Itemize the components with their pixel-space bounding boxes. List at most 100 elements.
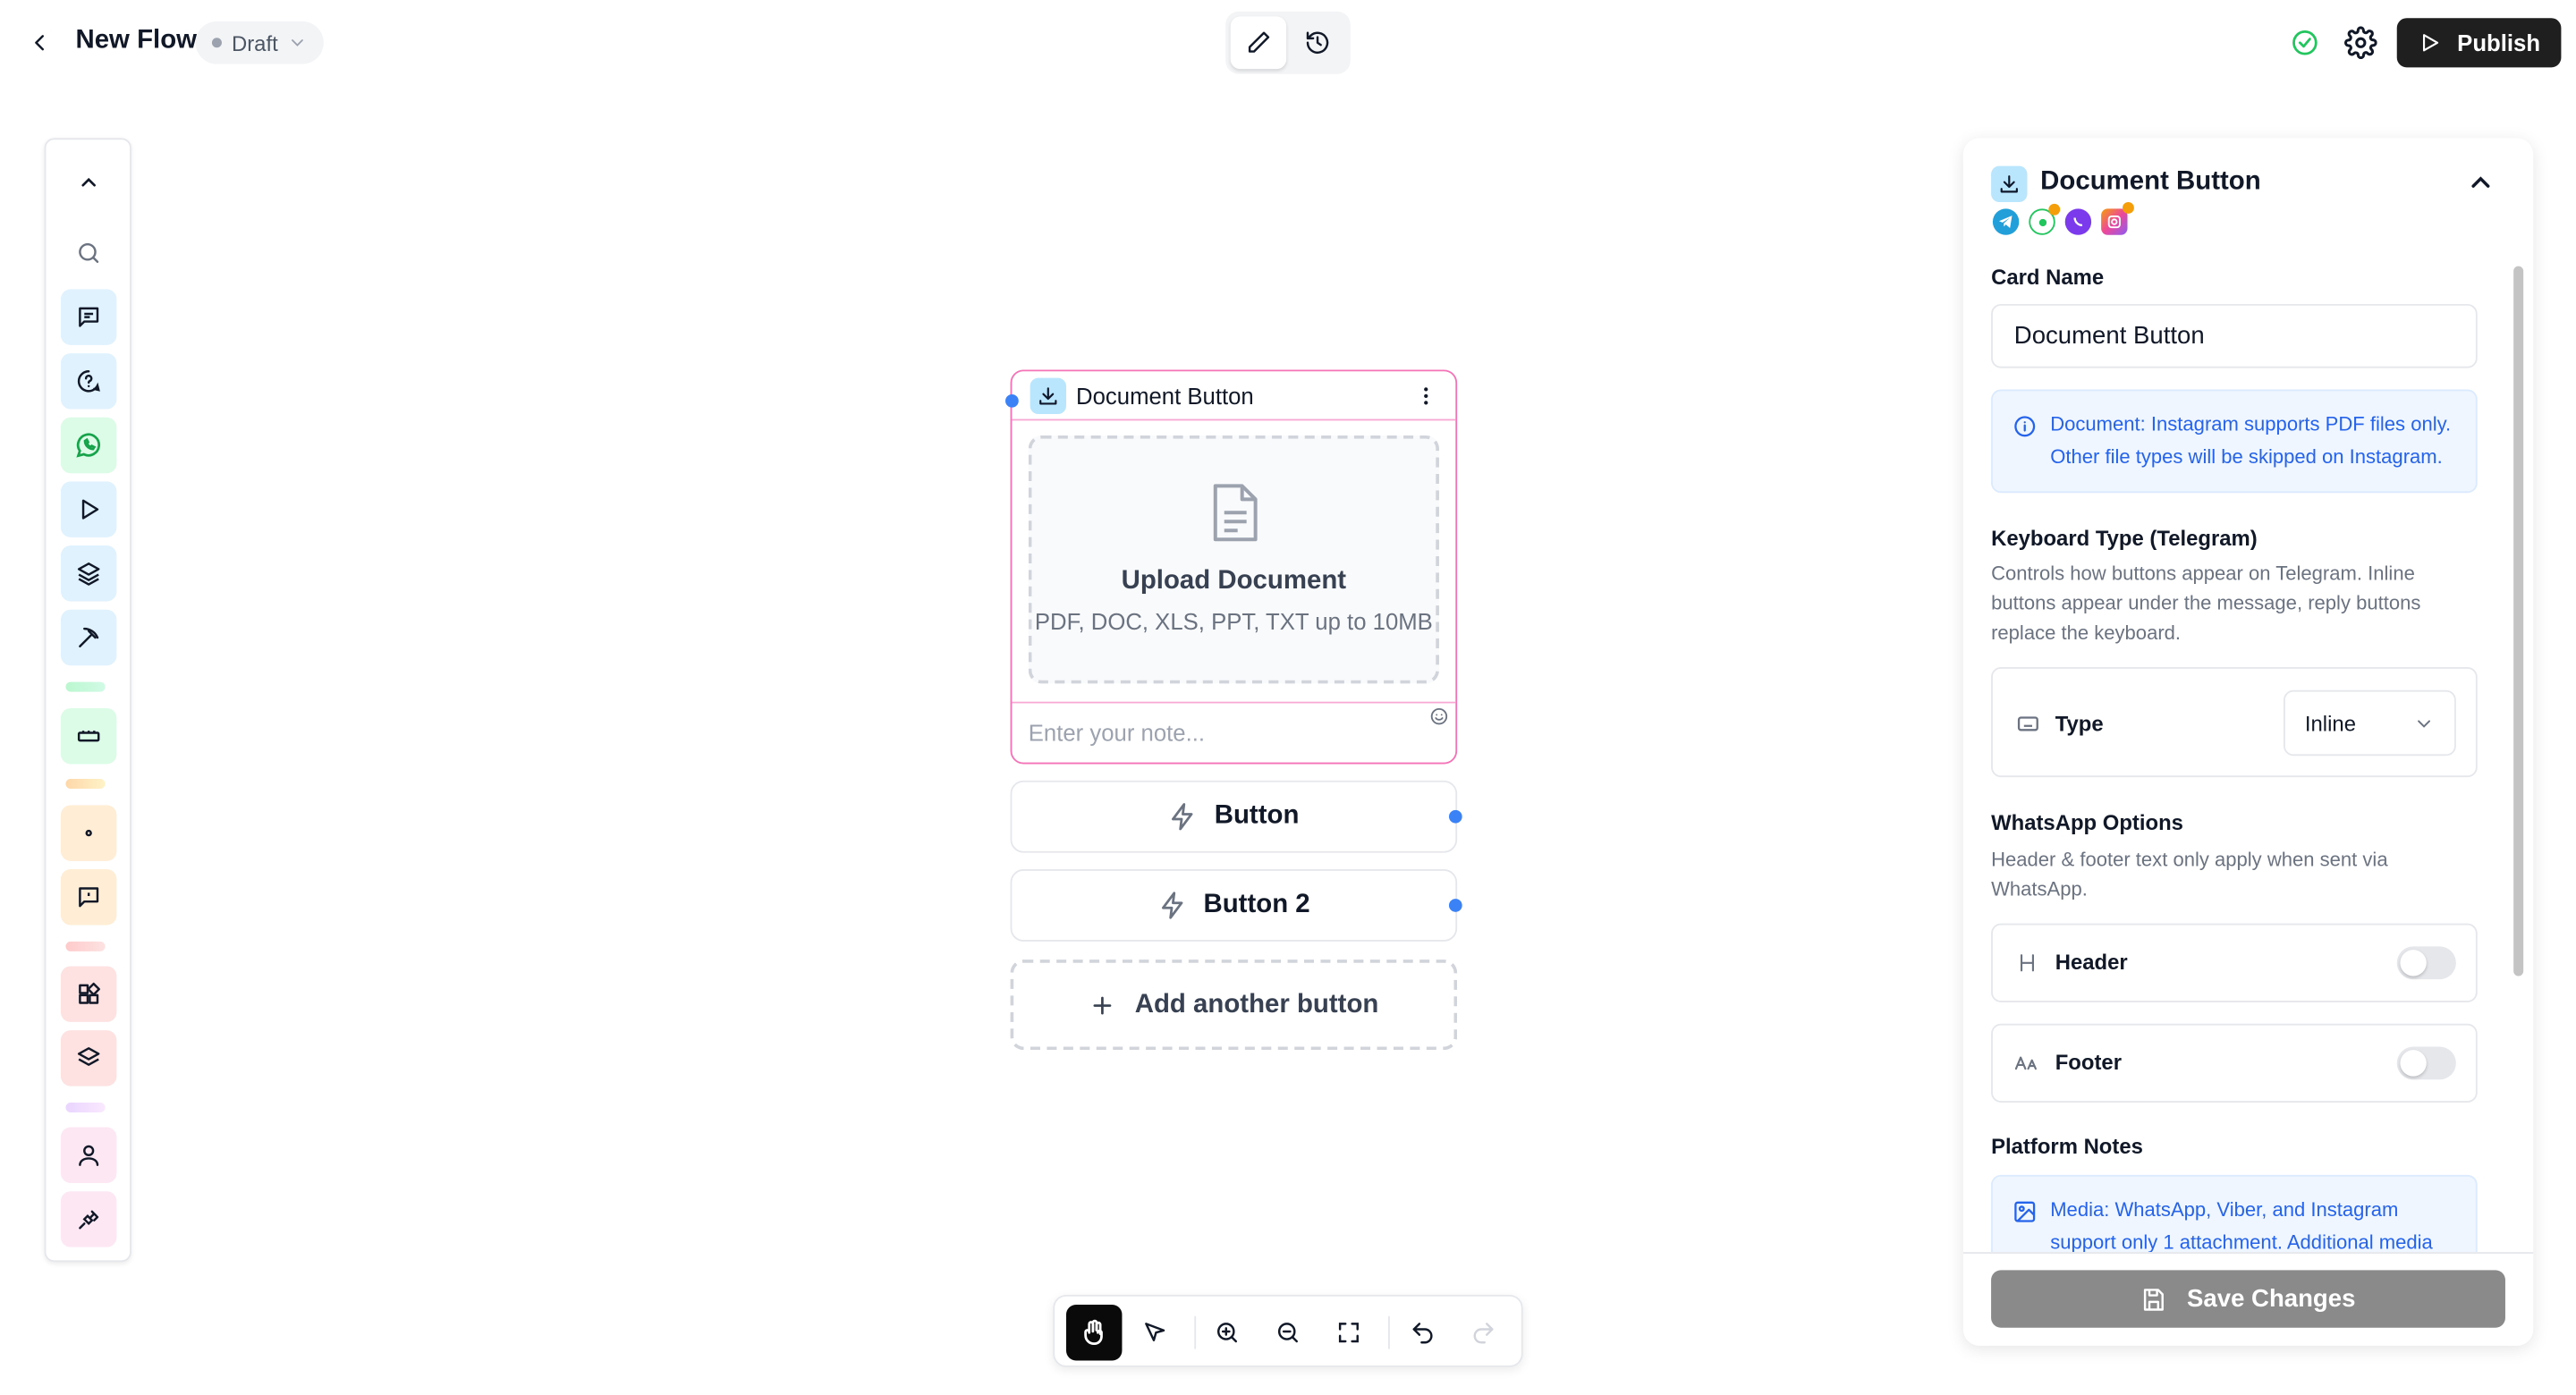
- add-another-button[interactable]: Add another button: [1010, 960, 1458, 1051]
- undo-button[interactable]: [1394, 1305, 1450, 1360]
- publish-button[interactable]: Publish: [2396, 18, 2562, 68]
- canvas-toolbar: [1053, 1294, 1523, 1367]
- palette-integration-node[interactable]: [60, 1191, 117, 1247]
- whatsapp-options-desc: Header & footer text only apply when sen…: [1991, 848, 2388, 900]
- header-toggle[interactable]: [2396, 946, 2456, 980]
- top-bar: New Flow Draft Publish: [0, 0, 2576, 86]
- publish-label: Publish: [2457, 30, 2541, 56]
- palette-comment-node[interactable]: [60, 869, 117, 926]
- palette-tools-node[interactable]: [60, 609, 117, 666]
- pencil-icon: [1248, 31, 1270, 53]
- palette-user-node[interactable]: [60, 1127, 117, 1183]
- fit-view-button[interactable]: [1321, 1305, 1377, 1360]
- message-alert-icon: [79, 887, 99, 908]
- status-dropdown[interactable]: Draft: [195, 21, 325, 64]
- search-palette-button[interactable]: [61, 225, 116, 281]
- hand-icon: [1084, 1319, 1103, 1345]
- undo-icon: [1412, 1323, 1433, 1344]
- media-note-box: Media: WhatsApp, Viber, and Instagram su…: [1991, 1174, 2478, 1253]
- maximize-icon: [1338, 1323, 1359, 1343]
- telegram-icon: [1992, 208, 2020, 235]
- node-menu-button[interactable]: [1410, 379, 1443, 412]
- upload-document-dropzone[interactable]: Upload Document PDF, DOC, XLS, PPT, TXT …: [1028, 435, 1439, 684]
- node-button-label: Button: [1214, 801, 1300, 830]
- save-changes-label: Save Changes: [2187, 1284, 2356, 1314]
- zoom-in-button[interactable]: [1199, 1305, 1255, 1360]
- palette-keyboard-node[interactable]: [60, 707, 117, 765]
- user-icon: [79, 1145, 99, 1167]
- dot-icon: [85, 829, 92, 837]
- platform-notes-label: Platform Notes: [1991, 1133, 2143, 1159]
- whatsapp-icon: [76, 433, 100, 458]
- cursor-icon: [1145, 1323, 1165, 1342]
- note-input[interactable]: [1012, 701, 1456, 761]
- document-info-box: Document: Instagram supports PDF files o…: [1991, 389, 2478, 494]
- plug-icon: [79, 1210, 99, 1230]
- heading-icon: [2020, 954, 2034, 972]
- settings-button[interactable]: [2344, 26, 2377, 60]
- keyboard-type-value: Inline: [2304, 710, 2356, 736]
- panel-title: Document Button: [2040, 167, 2261, 196]
- chevron-down-icon: [2418, 719, 2431, 727]
- button-1-output-handle[interactable]: [1448, 809, 1462, 824]
- palette-media-node[interactable]: [60, 481, 117, 537]
- emoji-icon[interactable]: [1429, 706, 1449, 726]
- node-input-handle[interactable]: [1005, 394, 1019, 408]
- node-button-1[interactable]: Button: [1010, 780, 1458, 853]
- palette-apps-node[interactable]: [60, 966, 117, 1022]
- palette-question-node[interactable]: [60, 353, 117, 410]
- button-2-output-handle[interactable]: [1448, 899, 1462, 912]
- palette-separator: [65, 941, 106, 951]
- file-text-icon: [1213, 484, 1258, 542]
- toggle-knob: [2400, 1050, 2427, 1077]
- pan-tool-button[interactable]: [1066, 1304, 1123, 1361]
- panel-type-icon-wrap: [1991, 165, 2028, 203]
- message-square-icon: [79, 307, 99, 327]
- upload-title: Upload Document: [1121, 566, 1347, 596]
- palette-stack-node[interactable]: [60, 1030, 117, 1086]
- node-button-label: Button 2: [1203, 890, 1310, 919]
- palette-whatsapp-node[interactable]: [60, 417, 117, 474]
- redo-button[interactable]: [1455, 1305, 1511, 1360]
- panel-scroll-content[interactable]: Card Name Document: Instagram supports P…: [1963, 257, 2533, 1253]
- back-button[interactable]: [23, 26, 56, 59]
- node-button-2[interactable]: Button 2: [1010, 869, 1458, 942]
- edit-mode-button[interactable]: [1230, 16, 1287, 70]
- pickaxe-icon: [79, 627, 99, 647]
- flow-title[interactable]: New Flow: [75, 26, 197, 55]
- collapse-palette-button[interactable]: [61, 155, 116, 210]
- app-root: New Flow Draft Publish Document Button U…: [0, 0, 2576, 1395]
- zoom-in-icon: [1216, 1323, 1238, 1343]
- check-circle-icon: [2292, 30, 2318, 55]
- keyboard-type-desc: Controls how buttons appear on Telegram.…: [1991, 562, 2421, 645]
- status-dot: [211, 38, 222, 48]
- whatsapp-icon: [2029, 203, 2061, 235]
- mode-toggle: [1225, 11, 1351, 74]
- whatsapp-options-label: WhatsApp Options: [1991, 809, 2183, 835]
- chevron-up-icon[interactable]: [2466, 167, 2496, 197]
- image-icon: [2014, 1201, 2036, 1222]
- keyboard-type-select[interactable]: Inline: [2284, 689, 2456, 757]
- keyboard-icon: [77, 731, 100, 742]
- save-changes-button[interactable]: Save Changes: [1991, 1270, 2505, 1328]
- palette-dot-node[interactable]: [60, 805, 117, 861]
- history-icon: [1306, 31, 1329, 54]
- header-label: Header: [2055, 950, 2128, 975]
- properties-panel: Document Button Card Name Document Butto…: [1962, 138, 2534, 1346]
- palette-separator: [65, 1102, 106, 1112]
- card-name-input[interactable]: [1991, 303, 2478, 368]
- palette-message-node[interactable]: [60, 289, 117, 345]
- document-button-node[interactable]: Document Button Upload Document PDF, DOC…: [1010, 369, 1458, 765]
- play-icon: [81, 499, 99, 520]
- upload-subtitle: PDF, DOC, XLS, PPT, TXT up to 10MB: [1034, 607, 1433, 635]
- viber-icon: [2064, 208, 2092, 235]
- chevron-down-icon: [292, 39, 304, 46]
- history-mode-button[interactable]: [1290, 16, 1345, 69]
- select-tool-button[interactable]: [1127, 1305, 1182, 1360]
- zap-icon: [1172, 803, 1193, 831]
- footer-toggle[interactable]: [2396, 1046, 2456, 1080]
- zoom-out-button[interactable]: [1260, 1305, 1316, 1360]
- row-icon-wrap: [2014, 950, 2040, 976]
- apps-icon: [79, 982, 100, 1004]
- palette-layers-node[interactable]: [60, 545, 117, 602]
